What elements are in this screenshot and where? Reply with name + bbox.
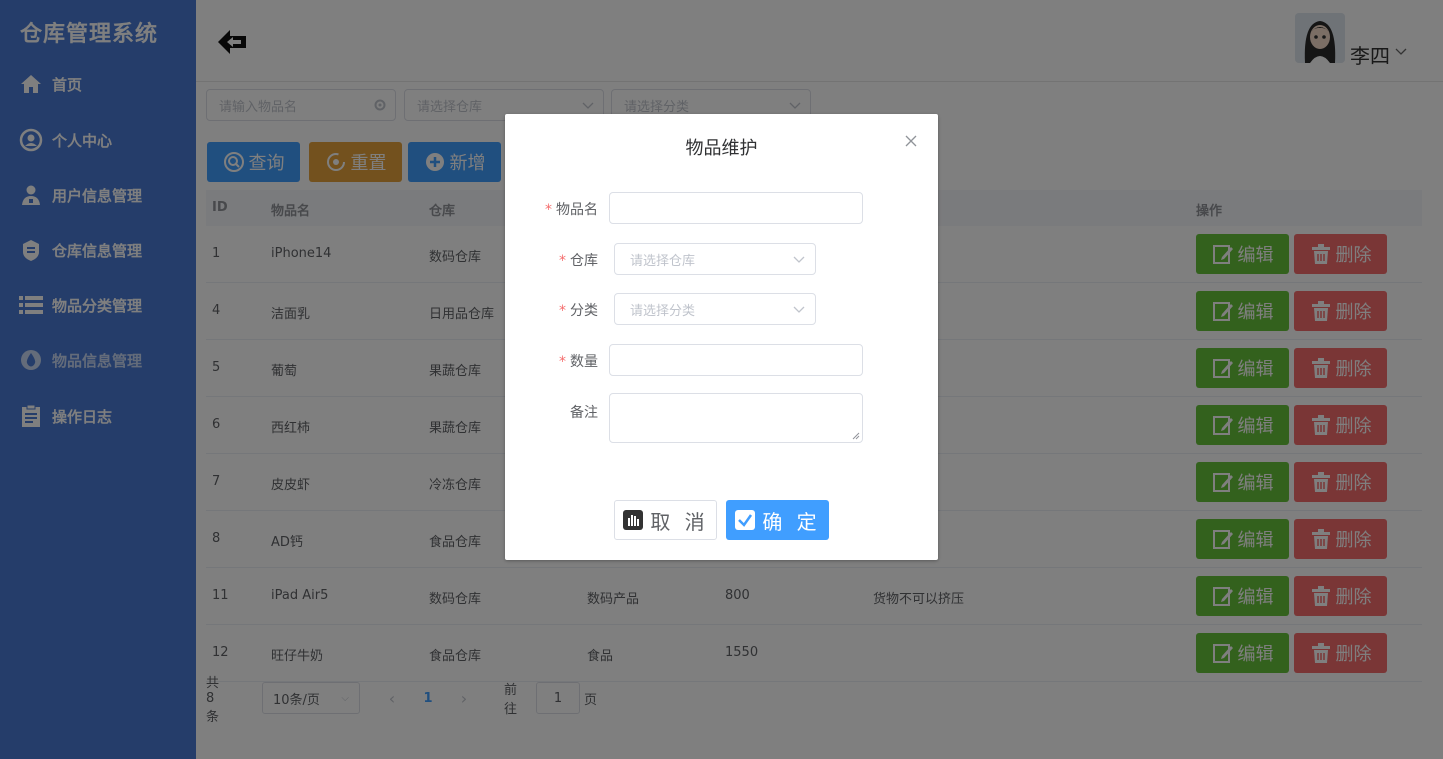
cancel-button[interactable]: 取 消 xyxy=(614,500,717,540)
resize-handle-icon[interactable] xyxy=(852,432,860,440)
category-placeholder: 请选择分类 xyxy=(630,303,696,319)
close-icon[interactable] xyxy=(904,134,918,148)
dialog-title: 物品维护 xyxy=(685,138,758,159)
form-label-count: * 数量 xyxy=(518,351,598,371)
confirm-button-label: 确 定 xyxy=(762,509,821,534)
form-label-text: 物品名 xyxy=(556,202,598,218)
confirm-button[interactable]: 确 定 xyxy=(726,500,829,540)
required-mark: * xyxy=(559,303,566,319)
form-label-text: 分类 xyxy=(570,303,598,319)
name-field[interactable] xyxy=(609,192,863,224)
check-square-icon xyxy=(735,510,756,530)
warehouse-placeholder: 请选择仓库 xyxy=(630,253,696,269)
chevron-down-icon xyxy=(793,256,805,263)
category-select[interactable]: 请选择分类 xyxy=(614,293,816,325)
warehouse-select[interactable]: 请选择仓库 xyxy=(614,243,816,275)
required-mark: * xyxy=(559,354,566,370)
form-label-remark: 备注 xyxy=(518,402,598,422)
goods-edit-dialog: 物品维护 * 物品名 * 仓库 请选择仓库 * 分类 请选择分类 * 数量 备注 取 消… xyxy=(505,114,938,560)
form-label-text: 仓库 xyxy=(570,253,598,269)
form-label-text: 备注 xyxy=(570,405,598,421)
cancel-button-label: 取 消 xyxy=(650,509,709,534)
form-label-warehouse: * 仓库 xyxy=(518,250,598,270)
required-mark: * xyxy=(559,253,566,269)
required-mark: * xyxy=(545,202,552,218)
remark-textarea[interactable] xyxy=(609,393,863,443)
form-label-text: 数量 xyxy=(570,354,598,370)
form-label-name: * 物品名 xyxy=(518,199,598,219)
count-field[interactable] xyxy=(609,344,863,376)
chevron-down-icon xyxy=(793,306,805,313)
hand-stop-icon xyxy=(623,510,644,530)
form-label-category: * 分类 xyxy=(518,300,598,320)
